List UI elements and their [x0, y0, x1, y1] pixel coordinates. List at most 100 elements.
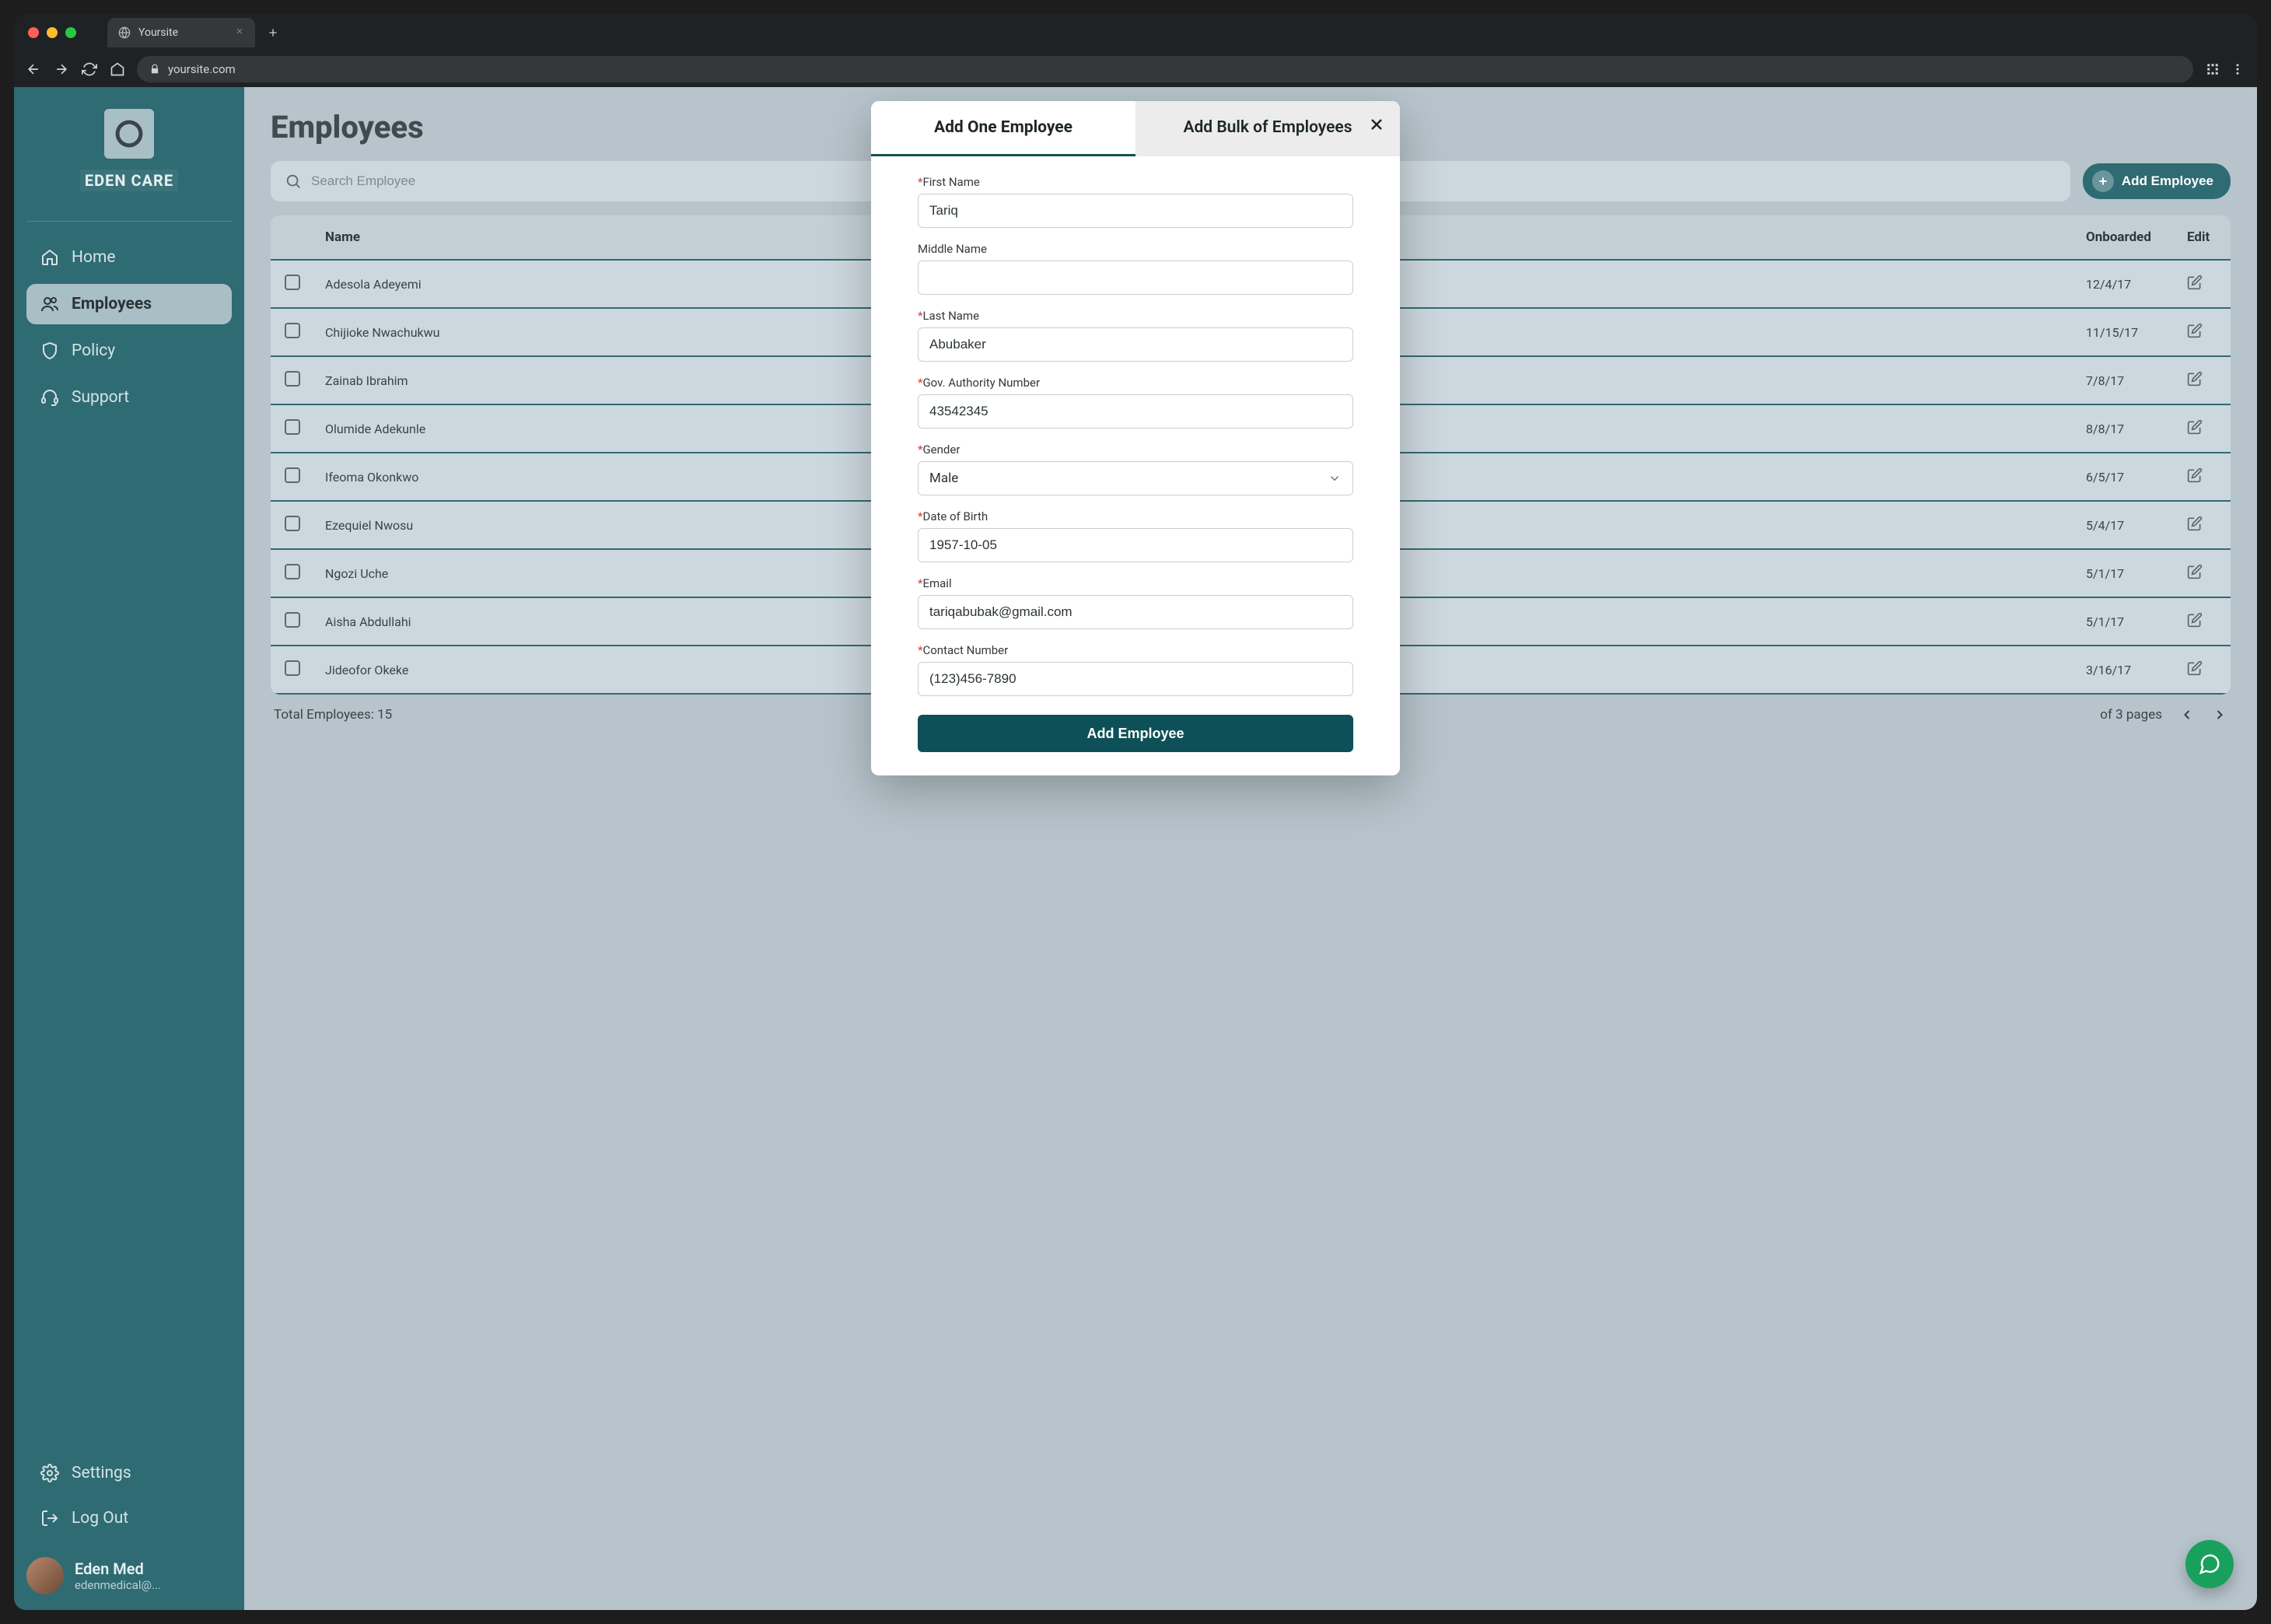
label-gov-auth: *Gov. Authority Number [918, 376, 1353, 390]
cell-onboarded: 11/15/17 [2075, 308, 2176, 356]
row-checkbox[interactable] [285, 275, 300, 290]
app-root: EDEN CARE Home Employees Policy [14, 87, 2257, 1610]
add-employee-label: Add Employee [2122, 173, 2213, 189]
tab-add-one[interactable]: Add One Employee [871, 101, 1136, 156]
tab-add-bulk[interactable]: Add Bulk of Employees [1136, 101, 1400, 156]
label-gender: *Gender [918, 443, 1353, 457]
label-last-name: *Last Name [918, 309, 1353, 323]
logout-icon [40, 1509, 59, 1528]
cell-edit [2176, 404, 2231, 453]
edit-icon[interactable] [2187, 516, 2203, 531]
sidebar-item-support[interactable]: Support [26, 377, 232, 418]
search-icon [285, 173, 302, 190]
sidebar-item-label: Support [72, 388, 129, 407]
browser-tab[interactable]: Yoursite [107, 18, 255, 47]
row-checkbox[interactable] [285, 516, 300, 531]
chevron-left-icon[interactable] [2179, 707, 2195, 723]
menu-icon[interactable] [2229, 61, 2246, 78]
sidebar-item-policy[interactable]: Policy [26, 331, 232, 371]
dob-field[interactable] [918, 528, 1353, 562]
globe-icon [118, 26, 131, 39]
chevron-down-icon [1328, 471, 1342, 485]
edit-icon[interactable] [2187, 419, 2203, 435]
submit-add-employee[interactable]: Add Employee [918, 715, 1353, 752]
label-middle-name: Middle Name [918, 242, 1353, 256]
user-profile[interactable]: Eden Med edenmedical@... [26, 1557, 232, 1594]
row-checkbox[interactable] [285, 612, 300, 628]
row-checkbox[interactable] [285, 323, 300, 338]
row-checkbox[interactable] [285, 467, 300, 483]
sidebar-item-home[interactable]: Home [26, 237, 232, 278]
row-checkbox[interactable] [285, 660, 300, 676]
modal-tabs: Add One Employee Add Bulk of Employees [871, 101, 1400, 156]
middle-name-field[interactable] [918, 261, 1353, 295]
user-name: Eden Med [75, 1559, 161, 1578]
sidebar-item-label: Home [72, 248, 116, 267]
cell-edit [2176, 260, 2231, 308]
sidebar-item-settings[interactable]: Settings [26, 1453, 232, 1493]
cell-edit [2176, 597, 2231, 646]
row-checkbox[interactable] [285, 419, 300, 435]
new-tab-button[interactable] [261, 21, 285, 44]
tab-title: Yoursite [138, 26, 178, 39]
plus-icon [2092, 170, 2114, 192]
cell-edit [2176, 646, 2231, 694]
home-icon[interactable] [109, 61, 126, 78]
pager: of 3 pages [2100, 707, 2227, 723]
sidebar-item-label: Policy [72, 341, 115, 360]
contact-field[interactable] [918, 662, 1353, 696]
reload-icon[interactable] [81, 61, 98, 78]
avatar [26, 1557, 64, 1594]
window-controls [28, 27, 76, 38]
edit-icon[interactable] [2187, 371, 2203, 387]
sidebar-item-logout[interactable]: Log Out [26, 1498, 232, 1538]
edit-icon[interactable] [2187, 564, 2203, 579]
email-field[interactable] [918, 595, 1353, 629]
cell-edit [2176, 356, 2231, 404]
edit-icon[interactable] [2187, 467, 2203, 483]
address-bar[interactable]: yoursite.com [137, 56, 2193, 82]
forward-icon[interactable] [53, 61, 70, 78]
sidebar: EDEN CARE Home Employees Policy [14, 87, 244, 1610]
label-contact: *Contact Number [918, 643, 1353, 657]
cell-onboarded: 5/1/17 [2075, 597, 2176, 646]
label-first-name: *First Name [918, 175, 1353, 189]
back-icon[interactable] [25, 61, 42, 78]
brand-logo [104, 109, 154, 159]
minimize-window-icon[interactable] [47, 27, 58, 38]
modal-body: *First Name Middle Name *Last Name *Gov.… [871, 156, 1400, 775]
user-email: edenmedical@... [75, 1578, 161, 1592]
add-employee-button[interactable]: Add Employee [2083, 163, 2231, 199]
gender-select[interactable]: Male [918, 461, 1353, 495]
row-checkbox[interactable] [285, 564, 300, 579]
extensions-icon[interactable] [2204, 61, 2221, 78]
col-select [271, 215, 314, 260]
close-window-icon[interactable] [28, 27, 39, 38]
col-onboarded: Onboarded [2075, 215, 2176, 260]
chat-fab[interactable] [2185, 1540, 2234, 1588]
cell-onboarded: 3/16/17 [2075, 646, 2176, 694]
edit-icon[interactable] [2187, 660, 2203, 676]
cell-onboarded: 8/8/17 [2075, 404, 2176, 453]
row-checkbox[interactable] [285, 371, 300, 387]
maximize-window-icon[interactable] [65, 27, 76, 38]
sidebar-item-employees[interactable]: Employees [26, 284, 232, 324]
cell-onboarded: 7/8/17 [2075, 356, 2176, 404]
gear-icon [40, 1464, 59, 1482]
add-employee-modal: Add One Employee Add Bulk of Employees *… [871, 101, 1400, 775]
gov-auth-field[interactable] [918, 394, 1353, 429]
edit-icon[interactable] [2187, 612, 2203, 628]
edit-icon[interactable] [2187, 323, 2203, 338]
first-name-field[interactable] [918, 194, 1353, 228]
chevron-right-icon[interactable] [2212, 707, 2227, 723]
browser-tab-strip: Yoursite [14, 14, 2257, 51]
close-icon[interactable] [1367, 115, 1386, 137]
close-tab-icon[interactable] [235, 26, 244, 39]
cell-onboarded: 6/5/17 [2075, 453, 2176, 501]
users-icon [40, 295, 59, 313]
label-dob: *Date of Birth [918, 509, 1353, 523]
browser-window: Yoursite yoursite.com E [14, 14, 2257, 1610]
edit-icon[interactable] [2187, 275, 2203, 290]
home-icon [40, 248, 59, 267]
last-name-field[interactable] [918, 327, 1353, 362]
